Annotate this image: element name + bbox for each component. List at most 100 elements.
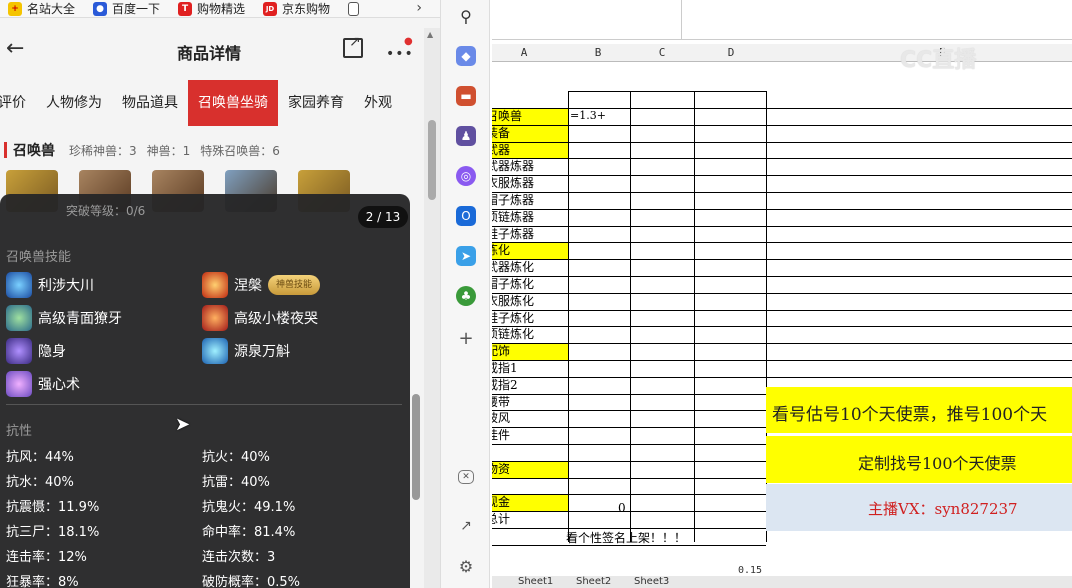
row-label[interactable]: 戒指2 bbox=[492, 378, 518, 392]
tab-appearance[interactable]: 外观 bbox=[354, 80, 402, 126]
skill-item[interactable]: 涅槃 神兽技能 bbox=[202, 272, 321, 298]
search-icon[interactable]: ⚲ bbox=[456, 6, 476, 26]
screenshot-icon[interactable]: ✕ bbox=[458, 470, 474, 484]
paw-icon: ● bbox=[93, 1, 108, 16]
resist-stat: 破防概率：0.5% bbox=[202, 575, 301, 588]
send-icon[interactable]: ➤ bbox=[456, 246, 476, 266]
add-icon[interactable]: + bbox=[456, 328, 476, 349]
resist-stat: 抗风：44% bbox=[6, 450, 74, 465]
skill-name: 涅槃 bbox=[234, 278, 262, 294]
bookmark-item[interactable]: + 名站大全 bbox=[8, 0, 75, 17]
grid-line bbox=[492, 225, 1072, 227]
skill-item[interactable]: 高级小楼夜哭 bbox=[202, 305, 318, 331]
row-label[interactable]: 鞋子炼化 bbox=[492, 311, 534, 325]
resist-stat: 抗三尸：18.1% bbox=[6, 525, 100, 540]
footer-note: 看个性签名上架！！！ bbox=[566, 531, 687, 545]
row-label[interactable]: 腰带 bbox=[492, 395, 510, 409]
row-label[interactable]: 衣服炼器 bbox=[492, 176, 534, 190]
toolbox-icon[interactable]: ▬ bbox=[456, 86, 476, 106]
sheet-tab[interactable]: Sheet2 bbox=[576, 576, 611, 587]
row-label[interactable]: 项链炼器 bbox=[492, 210, 534, 224]
accent-bar bbox=[4, 142, 7, 158]
grid-line bbox=[492, 343, 1072, 345]
skill-item[interactable]: 源泉万斛 bbox=[202, 338, 290, 364]
tree-icon[interactable]: ♣ bbox=[456, 286, 476, 306]
row-label[interactable]: 总计 bbox=[492, 512, 510, 526]
bookmark-item[interactable] bbox=[348, 1, 364, 16]
breakthrough-level: 突破等级：0/6 bbox=[66, 204, 146, 218]
grid-line bbox=[492, 360, 1072, 361]
tab-home[interactable]: 家园养育 bbox=[278, 80, 354, 126]
grid-line bbox=[492, 309, 1072, 311]
skill-name: 利涉大川 bbox=[38, 278, 94, 294]
resist-stat: 抗震慑：11.9% bbox=[6, 500, 100, 515]
share-icon[interactable] bbox=[343, 34, 363, 58]
bookmark-item[interactable]: ● 百度一下 bbox=[93, 0, 160, 17]
outlook-icon[interactable]: O bbox=[456, 206, 476, 226]
skill-name: 源泉万斛 bbox=[234, 344, 290, 360]
external-link-icon[interactable]: ↗ bbox=[456, 516, 476, 536]
copilot-icon[interactable]: ◎ bbox=[456, 166, 476, 186]
bookmark-item[interactable]: T 购物精选 bbox=[178, 0, 245, 17]
popup-scrollbar[interactable] bbox=[412, 394, 420, 500]
grid-line bbox=[492, 494, 766, 496]
tab-reviews[interactable]: 评价 bbox=[0, 80, 36, 126]
row-label[interactable]: 帽子炼化 bbox=[492, 277, 534, 291]
resist-stat: 命中率：81.4% bbox=[202, 525, 296, 540]
scroll-thumb[interactable] bbox=[428, 120, 436, 200]
row-label[interactable]: 炼化 bbox=[492, 243, 510, 257]
row-label[interactable]: 武器炼器 bbox=[492, 159, 534, 173]
formula-cell[interactable]: =1.3+ bbox=[570, 109, 606, 123]
scroll-up-icon[interactable]: ▲ bbox=[427, 30, 433, 39]
skill-item[interactable]: 高级青面獠牙 bbox=[6, 305, 122, 331]
skill-icon bbox=[202, 338, 228, 364]
grid-line bbox=[568, 91, 766, 92]
row-label[interactable]: 物资 bbox=[492, 462, 510, 476]
row-label[interactable]: 装备 bbox=[492, 126, 510, 140]
row-label[interactable]: 项链炼化 bbox=[492, 327, 534, 341]
more-icon[interactable]: ••• ● bbox=[386, 36, 414, 62]
row-label[interactable]: 鞋子炼器 bbox=[492, 227, 534, 241]
row-label[interactable]: 配饰 bbox=[492, 344, 510, 358]
skill-item[interactable]: 隐身 bbox=[6, 338, 66, 364]
row-label[interactable]: 武器 bbox=[492, 143, 510, 157]
sheet-tab[interactable]: Sheet3 bbox=[634, 576, 669, 587]
skill-icon bbox=[6, 338, 32, 364]
tab-character[interactable]: 人物修为 bbox=[36, 80, 112, 126]
bookmark-item[interactable]: JD 京东购物 bbox=[263, 0, 330, 17]
row-label[interactable]: 挂件 bbox=[492, 428, 510, 442]
tab-summons[interactable]: 召唤兽坐骑 bbox=[188, 80, 278, 126]
resist-stat: 抗雷：40% bbox=[202, 475, 270, 490]
skill-item[interactable]: 强心术 bbox=[6, 371, 80, 397]
gear-icon[interactable]: ⚙ bbox=[456, 556, 476, 576]
skill-name: 隐身 bbox=[38, 344, 66, 360]
column-header[interactable]: D bbox=[696, 44, 766, 62]
row-label[interactable]: 帽子炼器 bbox=[492, 193, 534, 207]
jd-icon: JD bbox=[263, 1, 278, 16]
sheet-tab[interactable]: Sheet1 bbox=[518, 576, 553, 587]
row-label[interactable]: 现金 bbox=[492, 495, 510, 509]
grid-line bbox=[492, 158, 1072, 160]
grid-line bbox=[492, 141, 1072, 143]
row-label[interactable]: 武器炼化 bbox=[492, 260, 534, 274]
chess-icon[interactable]: ♟ bbox=[456, 126, 476, 146]
column-header[interactable]: C bbox=[630, 44, 694, 62]
tab-items[interactable]: 物品道具 bbox=[112, 80, 188, 126]
skill-item[interactable]: 利涉大川 bbox=[6, 272, 94, 298]
row-label[interactable]: 戒指1 bbox=[492, 361, 518, 375]
column-header[interactable]: A bbox=[504, 44, 544, 62]
skills-title: 召唤兽技能 bbox=[6, 250, 72, 265]
page-scrollbar[interactable]: ▲ bbox=[424, 28, 440, 588]
row-label[interactable]: 披风 bbox=[492, 411, 510, 425]
skill-icon bbox=[202, 272, 228, 298]
row-label[interactable]: 衣服炼化 bbox=[492, 294, 534, 308]
chevron-right-icon[interactable]: › bbox=[416, 0, 422, 16]
skill-icon bbox=[6, 305, 32, 331]
banner-text: 定制找号100个天使票 bbox=[858, 454, 1017, 473]
browser-sidebar: ⚲ ◆ ▬ ♟ ◎ O ➤ ♣ + ✕ ↗ ⚙ bbox=[440, 0, 490, 588]
tag-icon[interactable]: ◆ bbox=[456, 46, 476, 66]
row-label[interactable]: 召唤兽 bbox=[492, 109, 522, 123]
banner-text: 看号估号10个天使票，推号100个天 bbox=[772, 405, 1048, 425]
skill-icon bbox=[6, 272, 32, 298]
column-header[interactable]: B bbox=[568, 44, 628, 62]
